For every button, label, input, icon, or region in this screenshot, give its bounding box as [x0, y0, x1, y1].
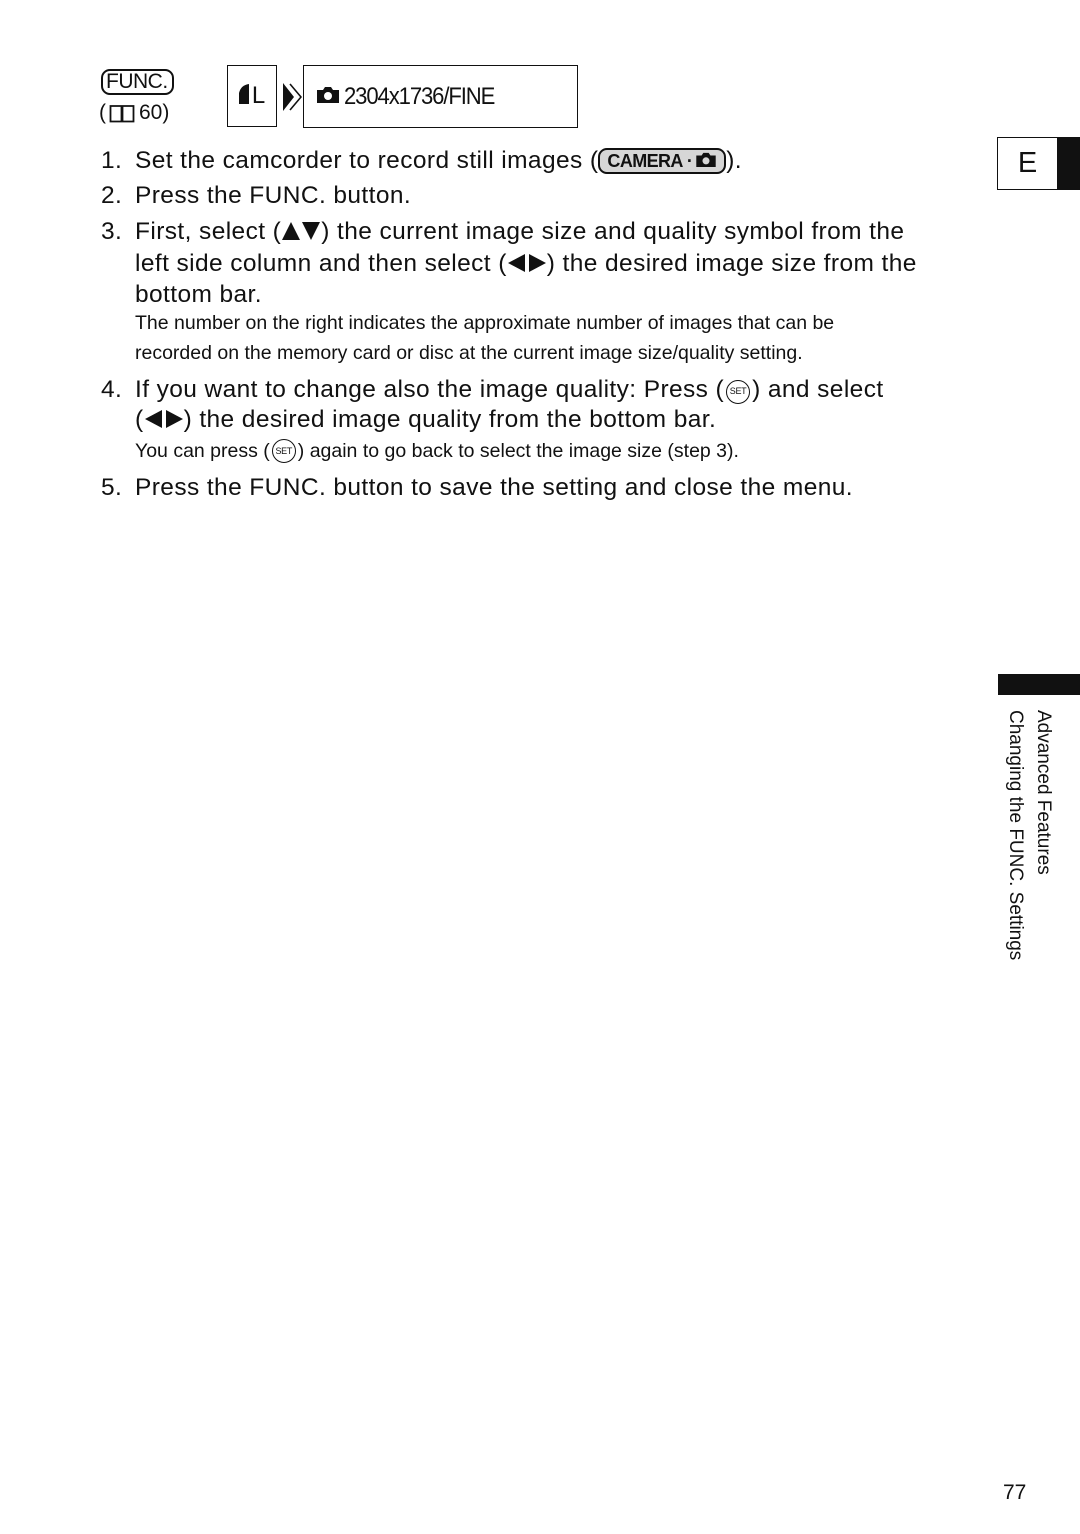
- step-number: 2.: [101, 182, 123, 209]
- double-chevron-right-icon: [282, 83, 303, 116]
- func-button-symbol: FUNC.: [101, 69, 174, 95]
- note-line: The number on the right indicates the ap…: [135, 312, 835, 334]
- lcd-size-quality-box: L: [227, 65, 277, 127]
- book-icon: [109, 104, 135, 123]
- step-text-part: bottom bar.: [135, 281, 262, 308]
- page-reference: ( 60 ): [99, 101, 169, 125]
- lcd-resolution-box: 2304x1736/FINE: [303, 65, 578, 128]
- page-ref-close: ): [162, 101, 170, 124]
- image-size-label: L: [251, 82, 266, 109]
- step-text: Press the FUNC. button.: [135, 182, 412, 209]
- step-text-part: ) the desired image quality from the bot…: [183, 405, 717, 433]
- step-number: 1.: [101, 147, 123, 174]
- resolution-value: 2304x1736/FINE: [344, 82, 495, 110]
- left-right-arrows-icon: [144, 407, 184, 437]
- camera-icon: [696, 150, 716, 172]
- step-text-part: ) the current image size and quality sym…: [321, 218, 905, 245]
- left-right-arrows-icon: [507, 251, 547, 281]
- step-text: Set the camcorder to record still images…: [135, 146, 985, 176]
- page-number: 77: [1003, 1481, 1027, 1504]
- page-ref-number: 60: [139, 101, 163, 124]
- step-text: First, select ( ) the current image size …: [135, 217, 985, 310]
- step-text: If you want to change also the image qua…: [135, 375, 985, 436]
- step-number: 5.: [101, 474, 123, 501]
- camera-mode-badge: CAMERA ·: [598, 148, 727, 174]
- step-text-part: ).: [726, 147, 742, 174]
- camera-mode-label: CAMERA: [607, 151, 683, 171]
- step-text-part: ) the desired image size from the: [546, 249, 917, 277]
- step-text-part: left side column and then select (: [135, 249, 507, 277]
- step-number: 3.: [101, 218, 123, 245]
- section-title: Advanced Features: [1033, 710, 1054, 875]
- step-4-note: You can press (SET) again to go back to …: [135, 436, 955, 466]
- step-text-part: First, select (: [135, 218, 282, 245]
- camera-icon: [317, 86, 339, 108]
- set-button-icon: SET: [726, 379, 751, 404]
- note-text-part: ) again to go back to select the image s…: [297, 440, 739, 462]
- step-number: 4.: [101, 376, 123, 403]
- set-button-icon: SET: [271, 439, 296, 463]
- step-3-note: The number on the right indicates the ap…: [135, 308, 955, 368]
- quality-fine-icon: [238, 83, 249, 109]
- page-ref-open: (: [99, 101, 106, 124]
- section-labels: Advanced Features Changing the FUNC. Set…: [997, 710, 1057, 1000]
- language-tab: E: [997, 137, 1080, 190]
- step-text-part: ) and select: [752, 376, 884, 403]
- language-letter: E: [1017, 147, 1038, 179]
- separator-dot: ·: [686, 151, 693, 171]
- note-line: recorded on the memory card or disc at t…: [135, 342, 803, 364]
- note-text-part: You can press (: [135, 440, 270, 462]
- step-text: Press the FUNC. button to save the setti…: [135, 474, 853, 501]
- step-text-part: (: [135, 405, 144, 433]
- language-tab-bar: [1057, 138, 1079, 189]
- up-down-arrows-icon: [281, 219, 321, 249]
- step-text-part: Set the camcorder to record still images…: [135, 147, 599, 174]
- step-text-part: If you want to change also the image qua…: [135, 376, 725, 403]
- section-marker-bar: [998, 674, 1080, 695]
- subsection-title: Changing the FUNC. Settings: [1005, 710, 1026, 961]
